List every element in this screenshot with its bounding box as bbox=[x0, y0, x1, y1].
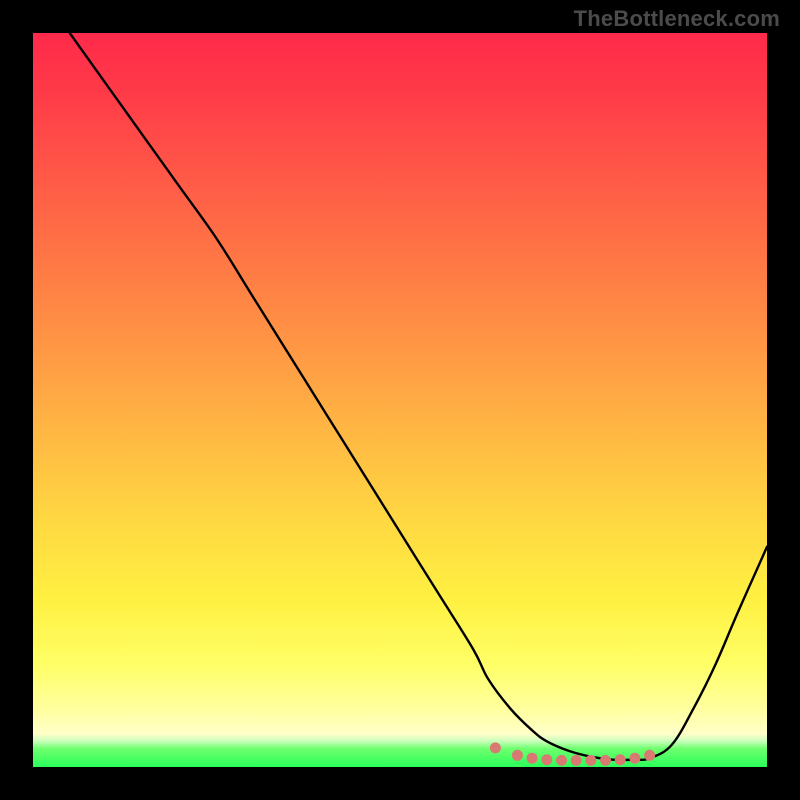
bottleneck-curve bbox=[70, 33, 767, 760]
marker-dot bbox=[527, 753, 537, 763]
plot-area bbox=[33, 33, 767, 767]
marker-dot bbox=[557, 755, 567, 765]
chart-frame: TheBottleneck.com bbox=[0, 0, 800, 800]
marker-dot bbox=[615, 755, 625, 765]
watermark-text: TheBottleneck.com bbox=[574, 6, 780, 32]
marker-dot bbox=[490, 743, 500, 753]
marker-dot bbox=[601, 755, 611, 765]
marker-dot bbox=[586, 755, 596, 765]
marker-dot bbox=[645, 750, 655, 760]
marker-dot bbox=[571, 755, 581, 765]
marker-dot bbox=[512, 750, 522, 760]
curve-layer bbox=[33, 33, 767, 767]
marker-dot bbox=[630, 753, 640, 763]
minimum-markers bbox=[490, 743, 654, 766]
marker-dot bbox=[542, 755, 552, 765]
